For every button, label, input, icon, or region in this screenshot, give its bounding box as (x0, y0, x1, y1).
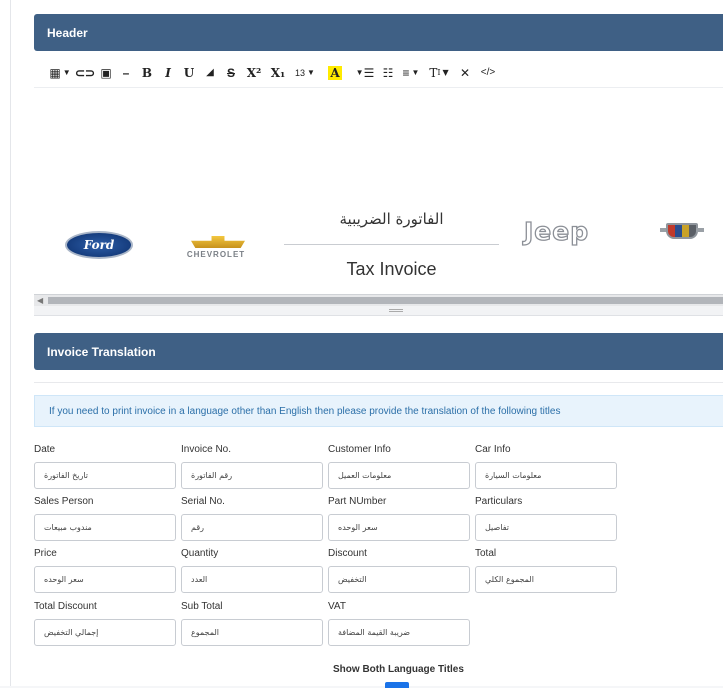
title-divider (284, 244, 499, 245)
italic-icon[interactable]: I (158, 63, 178, 83)
text-color-icon[interactable]: A (320, 63, 350, 83)
field-label: Part NUmber (328, 496, 387, 507)
chevrolet-logo: CHEVROLET (181, 234, 251, 260)
scroll-left-arrow-icon[interactable]: ◀ (37, 296, 43, 305)
page: Header ▦ ▼ ⊂⊃ ▣ – B I U ◢ S X² X₁ 13 ▼ A ▼… (0, 0, 723, 688)
editor-toolbar: ▦ ▼ ⊂⊃ ▣ – B I U ◢ S X² X₁ 13 ▼ A ▼ ☰ ☷ ≡ ▼ … (34, 58, 723, 88)
jeep-logo: Jeep (523, 216, 590, 246)
cadillac-logo (660, 221, 704, 243)
ford-logo: Ford (65, 231, 133, 259)
header-panel-title: Header (34, 14, 723, 51)
unordered-list-icon[interactable]: ▼ ☰ (350, 63, 378, 83)
translation-input[interactable]: معلومات العميل (328, 462, 470, 489)
field-label: Total (475, 548, 497, 559)
editor-resize-handle[interactable] (34, 306, 723, 316)
subscript-icon[interactable]: X₁ (266, 63, 290, 83)
fullscreen-icon[interactable]: ✕ (454, 63, 476, 83)
horizontal-rule-icon[interactable]: – (116, 63, 136, 83)
grip-icon (389, 309, 403, 312)
header-editor-area[interactable]: Ford CHEVROLET الفاتورة الضريبية Tax Inv… (34, 89, 723, 294)
field-label: Total Discount (34, 601, 97, 612)
paragraph-icon[interactable]: ≡ ▼ (398, 63, 424, 83)
picture-icon[interactable]: ▣ (96, 63, 116, 83)
divider (34, 382, 723, 383)
table-icon[interactable]: ▦ ▼ (46, 63, 74, 83)
field-label: Discount (328, 548, 367, 559)
style-icon[interactable]: T I ▼ (424, 63, 454, 83)
scrollbar-thumb[interactable] (48, 297, 723, 304)
horizontal-scrollbar[interactable]: ◀ (34, 294, 723, 306)
field-label: Particulars (475, 496, 523, 507)
invoice-title-english: Tax Invoice (346, 259, 437, 279)
field-label: Price (34, 548, 57, 559)
show-both-language-toggle[interactable] (385, 682, 409, 688)
field-label: Quantity (181, 548, 219, 559)
translation-input[interactable]: معلومات السيارة (475, 462, 617, 489)
translation-input[interactable]: رقم (181, 514, 323, 541)
superscript-icon[interactable]: X² (242, 63, 266, 83)
translation-input[interactable]: رقم الفاتورة (181, 462, 323, 489)
field-label: Sales Person (34, 496, 94, 507)
bold-icon[interactable]: B (136, 63, 158, 83)
show-both-language-label: Show Both Language Titles (333, 664, 464, 675)
field-label: Date (34, 444, 56, 455)
translation-input[interactable]: إجمالي التخفيض (34, 619, 176, 646)
link-icon[interactable]: ⊂⊃ (74, 63, 96, 83)
translation-input[interactable]: العدد (181, 566, 323, 593)
field-label: Invoice No. (181, 444, 232, 455)
translation-info-alert: If you need to print invoice in a langua… (34, 395, 723, 427)
eraser-icon[interactable]: ◢ (200, 63, 220, 83)
field-label: Car Info (475, 444, 511, 455)
translation-input[interactable]: ضريبة القيمة المضافة (328, 619, 470, 646)
translation-input[interactable]: مندوب مبيعات (34, 514, 176, 541)
translation-input[interactable]: تاريخ الفاتورة (34, 462, 176, 489)
invoice-title-arabic: الفاتورة الضريبية (339, 210, 444, 228)
translation-input[interactable]: التخفيض (328, 566, 470, 593)
translation-input[interactable]: المجموع (181, 619, 323, 646)
translation-input[interactable]: سعر الوحده (34, 566, 176, 593)
translation-input[interactable]: المجموع الكلي (475, 566, 617, 593)
field-label: Serial No. (181, 496, 225, 507)
field-label: VAT (328, 601, 346, 612)
strikethrough-icon[interactable]: S (220, 63, 242, 83)
underline-icon[interactable]: U (178, 63, 200, 83)
translation-panel-title: Invoice Translation (34, 333, 723, 370)
font-size-icon[interactable]: 13 ▼ (290, 63, 320, 83)
ordered-list-icon[interactable]: ☷ (378, 63, 398, 83)
field-label: Customer Info (328, 444, 391, 455)
code-view-icon[interactable]: </> (476, 63, 500, 83)
translation-input[interactable]: تفاصيل (475, 514, 617, 541)
field-label: Sub Total (181, 601, 223, 612)
translation-input[interactable]: سعر الوحده (328, 514, 470, 541)
sidebar-edge (10, 0, 11, 686)
